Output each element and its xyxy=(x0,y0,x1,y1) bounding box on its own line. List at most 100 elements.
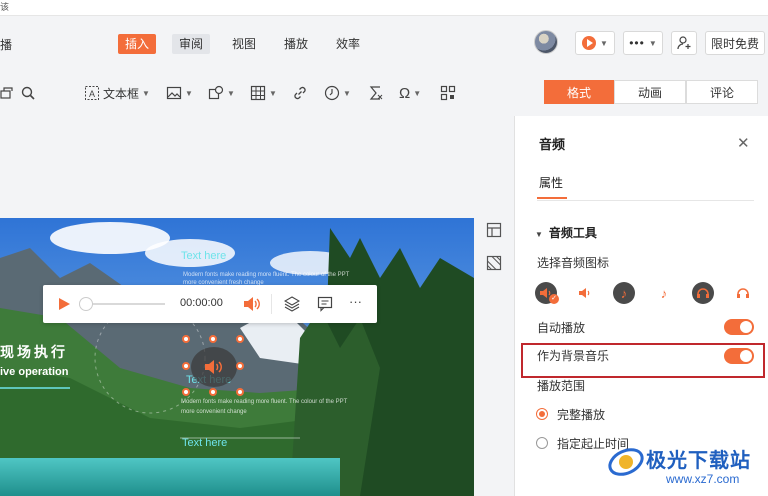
player-divider xyxy=(271,294,272,314)
background-icon[interactable] xyxy=(486,255,502,271)
ribbon-left-fragment[interactable]: 播 xyxy=(0,36,12,53)
resize-handle-t[interactable] xyxy=(209,335,217,343)
link-button[interactable] xyxy=(292,83,308,103)
audio-tools-section[interactable]: ▼ 音频工具 xyxy=(535,224,597,241)
slide-title[interactable]: 现场执行 xyxy=(0,342,68,362)
qrcode-icon xyxy=(440,85,456,101)
tab-animation[interactable]: 动画 xyxy=(614,80,686,104)
resize-handle-b[interactable] xyxy=(209,388,217,396)
slide-small-text-1: Modern fonts make reading more fluent. T… xyxy=(183,272,350,278)
search-button[interactable] xyxy=(20,83,36,103)
user-avatar[interactable] xyxy=(534,30,558,54)
resize-handle-r[interactable] xyxy=(236,362,244,370)
audio-object[interactable] xyxy=(191,347,237,387)
audio-player: 00:00:00 ··· xyxy=(43,285,377,323)
more-icon: ••• xyxy=(629,36,645,50)
audio-icon-option-2[interactable] xyxy=(574,282,596,304)
search-icon xyxy=(21,86,35,100)
resize-handle-l[interactable] xyxy=(182,362,190,370)
table-icon xyxy=(250,85,266,101)
tab-format[interactable]: 格式 xyxy=(544,80,614,104)
svg-text:A: A xyxy=(89,89,95,99)
play-dropdown-button[interactable]: ▼ xyxy=(575,31,615,55)
chevron-down-icon: ▼ xyxy=(600,38,608,48)
symbol-button[interactable]: Ω ▼ xyxy=(399,83,421,103)
resize-handle-tr[interactable] xyxy=(236,335,244,343)
player-time: 00:00:00 xyxy=(180,297,223,309)
shapes-button[interactable]: ▼ xyxy=(208,83,235,103)
chevron-down-icon: ▼ xyxy=(142,88,150,98)
shape-icon xyxy=(0,87,13,99)
chevron-down-icon: ▼ xyxy=(343,88,351,98)
formula-button[interactable] xyxy=(368,83,384,103)
full-play-radio[interactable] xyxy=(536,408,548,420)
link-icon xyxy=(294,86,306,100)
slide-small-text-4: more convenient change xyxy=(181,409,247,415)
slide-small-text-3: Modern fonts make reading more fluent. T… xyxy=(181,399,348,405)
qrcode-button[interactable] xyxy=(440,83,456,103)
layers-icon[interactable] xyxy=(284,296,300,312)
tab-review[interactable]: 审阅 xyxy=(172,34,211,54)
comment-icon[interactable] xyxy=(317,296,333,312)
watermark: 极光下载站 www.xz7.com xyxy=(606,440,766,492)
shape-tool-button[interactable] xyxy=(0,83,16,103)
play-range-label: 播放范围 xyxy=(537,379,586,393)
resize-handle-bl[interactable] xyxy=(182,388,190,396)
add-user-icon xyxy=(677,36,691,50)
audio-icon-option-3[interactable]: ♪ xyxy=(613,282,635,304)
audio-icon-option-6[interactable] xyxy=(732,282,754,304)
resize-handle-tl[interactable] xyxy=(182,335,190,343)
clock-button[interactable]: ▼ xyxy=(324,83,351,103)
tab-efficiency[interactable]: 效率 xyxy=(329,34,367,54)
autoplay-label: 自动播放 xyxy=(537,321,586,335)
music-note-icon: ♪ xyxy=(620,285,628,301)
full-play-label: 完整播放 xyxy=(557,408,606,422)
textbox-label: 文本框 xyxy=(103,86,140,101)
audio-icon-option-4[interactable]: ♪ xyxy=(653,282,675,304)
tab-properties[interactable]: 属性 xyxy=(539,174,563,191)
speaker-icon xyxy=(205,360,222,374)
play-icon xyxy=(582,36,597,50)
volume-icon[interactable] xyxy=(243,296,261,312)
text-here-top[interactable]: Text here xyxy=(181,250,226,262)
play-icon[interactable] xyxy=(57,297,71,311)
more-icon[interactable]: ··· xyxy=(349,294,362,309)
choose-icon-label: 选择音频图标 xyxy=(537,256,610,270)
progress-knob[interactable] xyxy=(79,297,93,311)
limited-free-button[interactable]: 限时免费 xyxy=(705,31,765,55)
autoplay-toggle[interactable] xyxy=(724,319,754,335)
slide-background-image xyxy=(0,218,474,496)
progress-track[interactable] xyxy=(83,303,165,305)
resize-handle-br[interactable] xyxy=(236,388,244,396)
headphones-icon xyxy=(737,288,749,298)
image-icon xyxy=(166,86,182,100)
add-user-button[interactable] xyxy=(671,31,697,55)
tab-comment[interactable]: 评论 xyxy=(686,80,758,104)
tab-playback[interactable]: 播放 xyxy=(277,34,315,54)
sigma-icon xyxy=(369,86,383,100)
title-strip: 该 xyxy=(0,0,768,16)
more-dropdown-button[interactable]: ••• ▼ xyxy=(623,31,663,55)
slide-subtitle[interactable]: ive operation xyxy=(0,366,68,378)
tab-view[interactable]: 视图 xyxy=(225,34,263,54)
watermark-url: www.xz7.com xyxy=(666,472,740,486)
table-button[interactable]: ▼ xyxy=(250,83,277,103)
omega-icon: Ω xyxy=(399,84,411,102)
chevron-down-icon: ▼ xyxy=(227,88,235,98)
chevron-down-icon: ▼ xyxy=(269,88,277,98)
tab-insert[interactable]: 插入 xyxy=(118,34,157,54)
textbox-icon: A xyxy=(85,86,99,100)
close-icon[interactable]: ✕ xyxy=(737,134,750,152)
layout-icon[interactable] xyxy=(486,222,502,238)
panel-divider xyxy=(537,200,754,201)
text-here-bottom[interactable]: Text here xyxy=(182,437,227,449)
properties-panel: 音频 ✕ 属性 ▼ 音频工具 选择音频图标 自动播放 作为背景音乐 播放范围 完整… xyxy=(514,116,768,496)
audio-icon-option-5[interactable] xyxy=(692,282,714,304)
textbox-button[interactable]: A 文本框 ▼ xyxy=(84,83,150,103)
chevron-down-icon: ▼ xyxy=(648,38,657,48)
audio-icon-option-1[interactable]: ✓ xyxy=(535,282,559,304)
image-button[interactable]: ▼ xyxy=(166,83,193,103)
watermark-logo xyxy=(608,448,644,476)
custom-time-radio[interactable] xyxy=(536,437,548,449)
title-fragment: 该 xyxy=(0,2,10,12)
